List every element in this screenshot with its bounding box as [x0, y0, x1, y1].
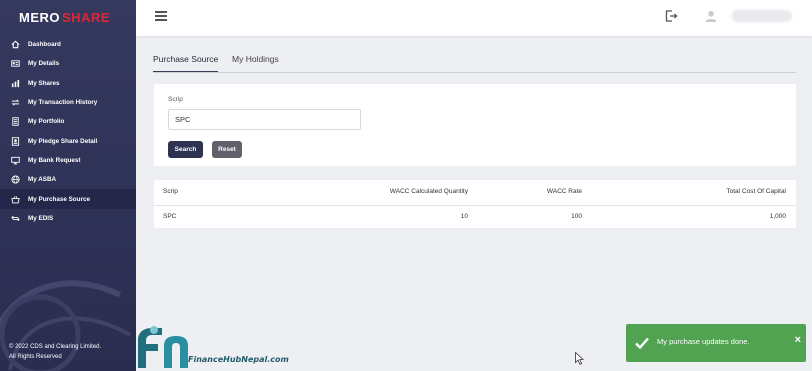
home-icon	[10, 40, 20, 50]
monitor-icon	[10, 155, 20, 165]
column-header-wacc-quantity: WACC Calculated Quantity	[389, 188, 468, 195]
document-icon	[10, 117, 20, 127]
watermark-text: FinanceHubNepal.com	[188, 355, 289, 364]
sidebar-item-my-transaction-history[interactable]: My Transaction History	[0, 93, 136, 112]
sidebar-footer: © 2022 CDS and Clearing Limited. All Rig…	[9, 343, 101, 362]
hamburger-menu-icon[interactable]	[155, 11, 167, 21]
sidebar-item-label: My EDIS	[28, 214, 54, 222]
sidebar-item-my-purchase-source[interactable]: My Purchase Source	[0, 189, 136, 209]
sidebar-item-my-shares[interactable]: My Shares	[0, 74, 136, 93]
checkmark-icon	[635, 337, 649, 350]
column-header-wacc-rate: WACC Rate	[546, 188, 582, 195]
user-avatar-icon[interactable]	[704, 9, 718, 23]
purchase-source-table: Scrip WACC Calculated Quantity WACC Rate…	[154, 180, 796, 228]
cell-scrip: SPC	[163, 213, 177, 220]
scrip-input[interactable]	[168, 109, 361, 130]
search-button[interactable]: Search	[168, 141, 203, 158]
success-toast[interactable]: My purchase updates done. ×	[626, 324, 806, 362]
sidebar-item-my-edis[interactable]: My EDIS	[0, 209, 136, 228]
swap-icon	[10, 213, 20, 223]
rights-text: All Rights Reserved	[9, 353, 62, 360]
cell-total-cost: 1,000	[769, 213, 786, 220]
scrip-label: Scrip	[168, 96, 183, 103]
sidebar-item-label: Dashboard	[28, 41, 61, 49]
logo-text-share: SHARE	[62, 9, 111, 25]
sidebar-item-my-portfolio[interactable]: My Portfolio	[0, 112, 136, 131]
column-header-scrip: Scrip	[163, 188, 178, 195]
sidebar-item-label: My Details	[28, 60, 60, 68]
username-blurred[interactable]	[732, 10, 792, 22]
filter-card: Scrip Search Reset	[154, 84, 796, 166]
sidebar-item-dashboard[interactable]: Dashboard	[0, 35, 136, 54]
tab-my-holdings[interactable]: My Holdings	[232, 54, 279, 72]
copyright-text: © 2022 CDS and Clearing Limited.	[9, 344, 102, 350]
cell-rate: 100	[571, 213, 582, 220]
sidebar-item-label: My Purchase Source	[28, 195, 90, 203]
sidebar-item-label: My ASBA	[28, 176, 57, 184]
sidebar: MERO SHARE Dashboard My Details My Share…	[0, 0, 136, 371]
table-header: Scrip WACC Calculated Quantity WACC Rate…	[154, 180, 796, 206]
sidebar-item-label: My Pledge Share Detail	[28, 137, 98, 145]
reset-button[interactable]: Reset	[212, 141, 242, 158]
sidebar-item-label: My Portfolio	[28, 118, 65, 126]
sidebar-item-label: My Shares	[28, 79, 60, 87]
top-bar	[136, 0, 812, 36]
mero-share-logo[interactable]: MERO SHARE	[0, 0, 136, 34]
toast-message: My purchase updates done.	[657, 337, 750, 346]
sidebar-item-label: My Bank Request	[28, 156, 81, 164]
pledge-icon	[10, 136, 20, 146]
column-header-total-cost: Total Cost Of Capital	[726, 188, 786, 195]
transfer-icon	[10, 98, 20, 108]
sidebar-item-my-details[interactable]: My Details	[0, 54, 136, 73]
logout-icon[interactable]	[664, 9, 678, 23]
sidebar-item-my-bank-request[interactable]: My Bank Request	[0, 151, 136, 170]
cell-quantity: 10	[460, 213, 468, 220]
sidebar-nav: Dashboard My Details My Shares My Transa…	[0, 35, 136, 228]
mouse-cursor-icon	[575, 352, 584, 365]
sidebar-item-label: My Transaction History	[28, 99, 98, 107]
table-row[interactable]: SPC 10 100 1,000	[154, 206, 796, 228]
close-icon[interactable]: ×	[795, 334, 801, 346]
tab-bar: Purchase Source My Holdings	[153, 52, 796, 73]
tab-purchase-source[interactable]: Purchase Source	[153, 54, 219, 72]
bar-chart-icon	[10, 78, 20, 88]
basket-icon	[10, 194, 20, 204]
logo-text-mero: MERO	[19, 9, 60, 25]
sidebar-item-my-asba[interactable]: My ASBA	[0, 170, 136, 189]
globe-icon	[10, 175, 20, 185]
sidebar-item-my-pledge-share-detail[interactable]: My Pledge Share Detail	[0, 131, 136, 150]
id-card-icon	[10, 59, 20, 69]
